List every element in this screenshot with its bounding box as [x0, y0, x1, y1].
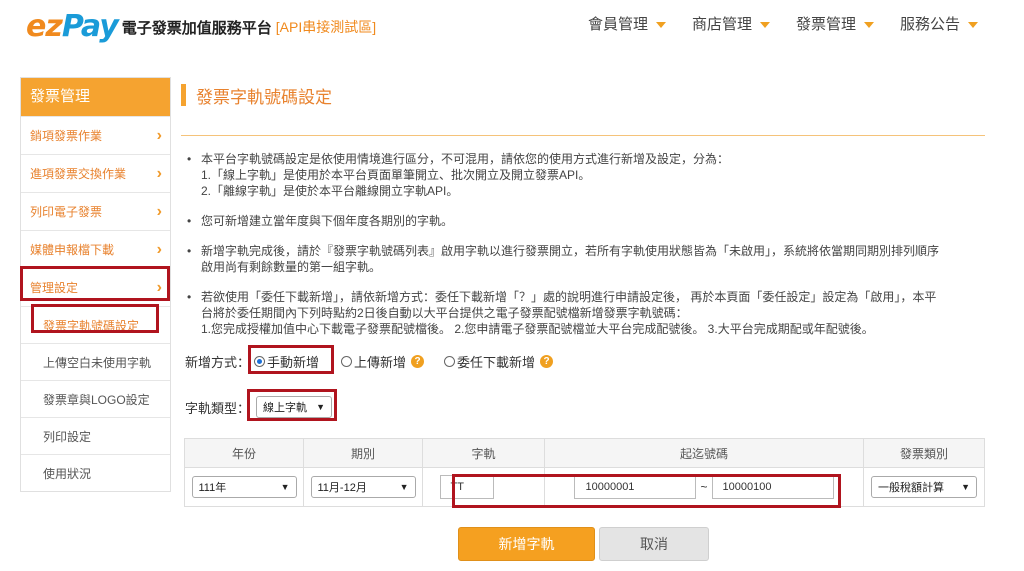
sidebar-sub-print-setting[interactable]: 列印設定	[21, 417, 170, 454]
header-period: 期別	[304, 439, 423, 467]
table-header: 年份 期別 字軌 起迄號碼 發票類別	[185, 439, 984, 468]
top-nav: 會員管理 商店管理 發票管理 服務公告	[588, 13, 1004, 34]
note-line: 台將於委任期間內下列時點約2日後自動以大平台提供之電子發票配號檔新增發票字軌號碼…	[201, 306, 688, 320]
logo-pay: Pay	[61, 9, 119, 44]
page-title: 發票字軌號碼設定	[196, 87, 332, 107]
chevron-down-icon: ▼	[280, 482, 290, 492]
cell-invoice-type: 一般稅額計算 ▼	[864, 468, 984, 506]
track-type-label: 字軌類型：	[185, 400, 251, 416]
note-item: 若欲使用「委任下載新增」，請依新增方式：委任下載新增「？」處的說明進行申請設定後…	[187, 289, 987, 337]
note-line: 啟用尚有剩餘數量的第一組字軌。	[201, 260, 382, 274]
sidebar-item-label: 媒體申報檔下載	[30, 243, 115, 257]
logo-ez: ez	[26, 9, 63, 44]
cell-year: 111年 ▼	[185, 468, 304, 506]
sidebar-item-purchase-exchange[interactable]: 進項發票交換作業 ›	[21, 154, 170, 192]
nav-announcement[interactable]: 服務公告	[900, 13, 979, 34]
note-item: 您可新增建立當年度與下個年度各期別的字軌。	[187, 213, 987, 229]
period-value: 11月-12月	[317, 482, 367, 494]
sidebar-sub-upload-unused[interactable]: 上傳空白未使用字軌	[21, 343, 170, 380]
year-value: 111年	[198, 482, 227, 494]
note-line: 若欲使用「委任下載新增」，請依新增方式：委任下載新增「？」處的說明進行申請設定後…	[201, 290, 937, 304]
year-select[interactable]: 111年 ▼	[191, 476, 297, 498]
title-divider	[181, 135, 985, 136]
note-line: 2.「離線字軌」是使於本平台離線開立字軌API。	[201, 184, 459, 198]
title-row: 發票字軌號碼設定	[181, 80, 985, 110]
note-item: 新增字軌完成後，請於『發票字軌號碼列表』啟用字軌以進行發票開立，若所有字軌使用狀…	[187, 243, 987, 275]
sidebar-sub-label: 發票章與LOGO設定	[43, 392, 150, 407]
period-select[interactable]: 11月-12月 ▼	[310, 476, 416, 498]
header-track: 字軌	[423, 439, 545, 467]
cell-period: 11月-12月 ▼	[304, 468, 423, 506]
nav-member[interactable]: 會員管理	[588, 13, 667, 34]
mode-upload-radio[interactable]: 上傳新增 ?	[341, 352, 425, 371]
nav-store[interactable]: 商店管理	[692, 13, 771, 34]
sidebar-item-label: 進項發票交換作業	[30, 167, 127, 181]
note-line: 本平台字軌號碼設定是依使用情境進行區分，不可混用，請依您的使用方式進行新增及設定…	[201, 152, 730, 166]
sidebar-item-label: 銷項發票作業	[30, 129, 103, 143]
invoice-type-select[interactable]: 一般稅額計算 ▼	[871, 476, 977, 498]
logo-tag: [API串接測試區]	[275, 19, 377, 35]
title-accent-bar	[181, 84, 186, 106]
sidebar-heading: 發票管理	[21, 78, 170, 116]
chevron-right-icon: ›	[156, 240, 162, 258]
sidebar-item-media-download[interactable]: 媒體申報檔下載 ›	[21, 230, 170, 268]
highlight-track-type	[247, 389, 337, 421]
nav-invoice[interactable]: 發票管理	[796, 13, 875, 34]
header-invoice-type: 發票類別	[899, 446, 948, 461]
cancel-button[interactable]: 取消	[599, 527, 709, 561]
caret-down-icon	[968, 21, 979, 28]
mode-delegate-label: 委任下載新增	[457, 355, 536, 370]
add-mode-row: 新增方式： 手動新增 上傳新增 ? 委任下載新增 ?	[185, 352, 561, 371]
nav-announcement-label: 服務公告	[900, 16, 961, 33]
header: ez Pay 電子發票加值服務平台 [API串接測試區] 會員管理 商店管理 發票…	[0, 0, 1024, 50]
header-range: 起迄號碼	[545, 439, 864, 467]
note-item: 本平台字軌號碼設定是依使用情境進行區分，不可混用，請依您的使用方式進行新增及設定…	[187, 151, 987, 199]
sidebar-sub-label: 使用狀況	[43, 466, 92, 481]
add-track-button[interactable]: 新增字軌	[458, 527, 595, 561]
caret-down-icon	[760, 21, 771, 28]
sidebar-sub-label: 上傳空白未使用字軌	[43, 355, 152, 370]
sidebar-sub-label: 列印設定	[43, 429, 92, 444]
logo-subtitle: 電子發票加值服務平台	[121, 20, 272, 37]
highlight-manual-mode	[248, 345, 334, 374]
note-line: 新增字軌完成後，請於『發票字軌號碼列表』啟用字軌以進行發票開立，若所有字軌使用狀…	[201, 244, 940, 258]
sidebar-item-sales-invoice[interactable]: 銷項發票作業 ›	[21, 116, 170, 154]
sidebar-item-label: 列印電子發票	[30, 205, 103, 219]
caret-down-icon	[656, 21, 667, 28]
caret-down-icon	[864, 21, 875, 28]
sidebar-sub-usage[interactable]: 使用狀況	[21, 454, 170, 491]
mode-delegate-radio[interactable]: 委任下載新增 ?	[444, 352, 554, 371]
note-line: 1.您完成授權加值中心下載電子發票配號檔後。 2.您申請電子發票配號檔並大平台完…	[201, 322, 874, 336]
note-line: 您可新增建立當年度與下個年度各期別的字軌。	[201, 214, 454, 228]
nav-member-label: 會員管理	[588, 16, 649, 33]
note-line: 1.「線上字軌」是使用於本平台頁面單筆開立、批次開立及開立發票API。	[201, 168, 591, 182]
nav-invoice-label: 發票管理	[796, 16, 857, 33]
highlight-track-setting	[31, 304, 159, 333]
radio-unchecked-icon[interactable]	[444, 356, 456, 367]
chevron-right-icon: ›	[156, 126, 162, 144]
notes-list: 本平台字軌號碼設定是依使用情境進行區分，不可混用，請依您的使用方式進行新增及設定…	[187, 151, 987, 346]
add-mode-label: 新增方式：	[185, 355, 251, 370]
radio-unchecked-icon[interactable]	[341, 356, 353, 367]
chevron-down-icon: ▼	[961, 482, 970, 492]
nav-store-label: 商店管理	[692, 16, 753, 33]
invoice-type-value: 一般稅額計算	[878, 482, 944, 494]
header-year: 年份	[185, 439, 304, 467]
help-icon[interactable]: ?	[411, 355, 425, 368]
sidebar-item-print-invoice[interactable]: 列印電子發票 ›	[21, 192, 170, 230]
chevron-right-icon: ›	[156, 202, 162, 220]
main-content: 發票字軌號碼設定	[181, 80, 985, 110]
sidebar-sub-stamp-logo[interactable]: 發票章與LOGO設定	[21, 380, 170, 417]
logo[interactable]: ez Pay 電子發票加值服務平台 [API串接測試區]	[26, 8, 376, 42]
chevron-right-icon: ›	[156, 164, 162, 182]
chevron-down-icon: ▼	[399, 482, 409, 492]
highlight-track-range	[452, 474, 841, 508]
mode-upload-label: 上傳新增	[354, 355, 407, 370]
highlight-management	[20, 266, 170, 301]
help-icon[interactable]: ?	[540, 355, 554, 368]
